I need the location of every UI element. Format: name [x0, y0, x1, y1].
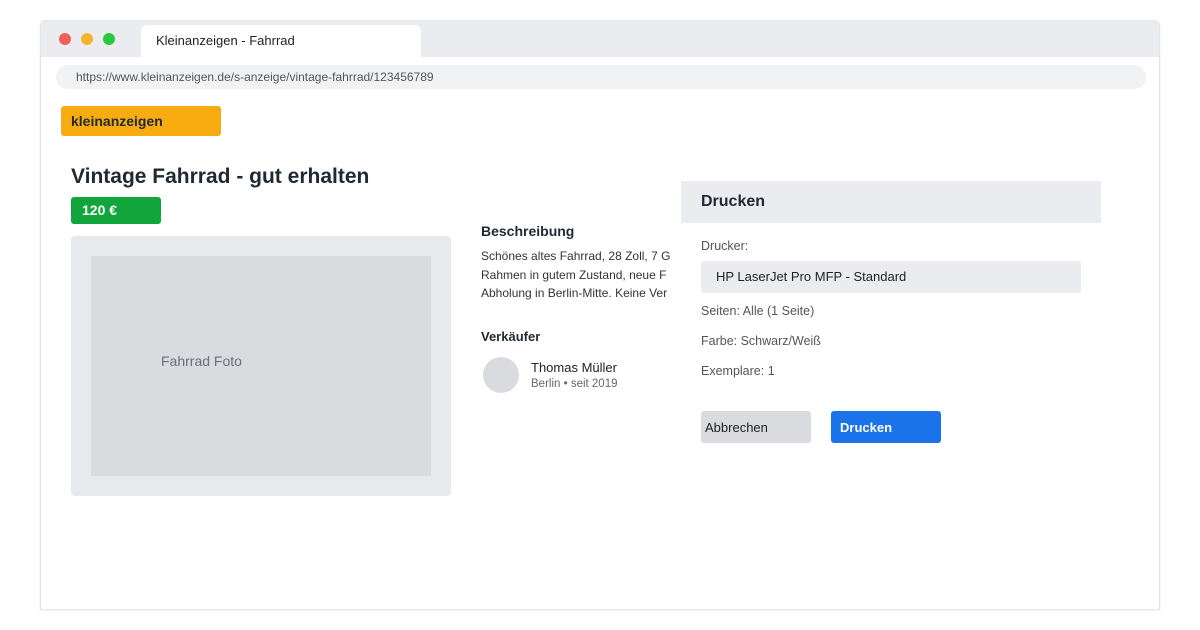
- seller-heading: Verkäufer: [481, 329, 541, 344]
- description-line: Schönes altes Fahrrad, 28 Zoll, 7 G: [481, 249, 671, 263]
- address-bar[interactable]: https://www.kleinanzeigen.de/s-anzeige/v…: [56, 65, 1146, 89]
- seller-meta: Berlin • seit 2019: [531, 378, 618, 390]
- print-dialog: Drucken Drucker: HP LaserJet Pro MFP - S…: [681, 181, 1101, 481]
- printer-label: Drucker:: [701, 239, 749, 253]
- cancel-button[interactable]: Abbrechen: [701, 411, 811, 443]
- close-window-icon[interactable]: [59, 33, 71, 45]
- printer-select[interactable]: HP LaserJet Pro MFP - Standard: [701, 261, 1081, 293]
- photo-placeholder-label: Fahrrad Foto: [161, 353, 242, 369]
- listing-photo[interactable]: Fahrrad Foto: [91, 256, 431, 476]
- browser-tab[interactable]: Kleinanzeigen - Fahrrad: [141, 25, 421, 57]
- listing-photo-frame: Fahrrad Foto: [71, 236, 451, 496]
- maximize-window-icon[interactable]: [103, 33, 115, 45]
- description-text: Schönes altes Fahrrad, 28 Zoll, 7 G Rahm…: [481, 247, 681, 303]
- minimize-window-icon[interactable]: [81, 33, 93, 45]
- site-logo[interactable]: kleinanzeigen: [61, 106, 221, 136]
- seller-avatar[interactable]: [483, 357, 519, 393]
- browser-window: Kleinanzeigen - Fahrrad https://www.klei…: [40, 20, 1160, 610]
- browser-titlebar: Kleinanzeigen - Fahrrad: [41, 21, 1159, 57]
- description-line: Rahmen in gutem Zustand, neue F: [481, 267, 667, 282]
- description-line: Abholung in Berlin-Mitte. Keine Ver: [481, 286, 668, 300]
- copies-setting[interactable]: Exemplare: 1: [701, 364, 775, 378]
- description-heading: Beschreibung: [481, 223, 575, 239]
- price-badge: 120 €: [71, 197, 161, 224]
- print-dialog-title: Drucken: [681, 181, 1101, 223]
- pages-setting[interactable]: Seiten: Alle (1 Seite): [701, 304, 814, 318]
- print-button[interactable]: Drucken: [831, 411, 941, 443]
- seller-name[interactable]: Thomas Müller: [531, 360, 617, 375]
- listing-title: Vintage Fahrrad - gut erhalten: [71, 165, 370, 188]
- color-setting[interactable]: Farbe: Schwarz/Weiß: [701, 334, 821, 348]
